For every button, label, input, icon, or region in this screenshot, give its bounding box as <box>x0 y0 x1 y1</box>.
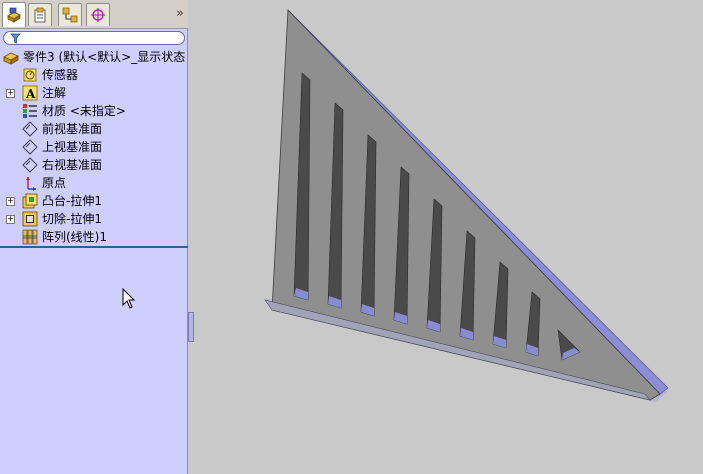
tree-item-top-plane[interactable]: 上视基准面 <box>0 138 188 156</box>
panel-tab-bar: » <box>0 0 188 29</box>
expand-icon[interactable]: + <box>6 89 15 98</box>
property-icon <box>34 7 46 23</box>
target-icon <box>91 8 105 22</box>
filter-icon <box>10 33 21 44</box>
model-front-face <box>271 9 661 401</box>
configurationmanager-tab[interactable] <box>58 3 82 26</box>
tree-root-part[interactable]: 零件3 (默认<默认>_显示状态 <box>0 48 188 66</box>
extrude-boss-icon <box>22 193 38 209</box>
feature-manager-panel: » 零件3 (默认<默认>_显示状态 传感器 + A 注解 材质 <未指定> 前… <box>0 0 188 474</box>
model-triangular-grille <box>264 9 669 402</box>
plane-icon <box>22 121 38 137</box>
tree-item-origin[interactable]: 原点 <box>0 174 188 192</box>
part-icon <box>3 52 19 65</box>
tree-item-label: 原点 <box>42 176 67 190</box>
expand-icon[interactable]: + <box>6 197 15 206</box>
graphics-viewport[interactable] <box>190 0 703 474</box>
propertymanager-tab[interactable] <box>28 3 52 26</box>
svg-text:A: A <box>25 87 36 101</box>
tree-item-label: 材质 <未指定> <box>42 104 126 118</box>
feature-tree: 零件3 (默认<默认>_显示状态 传感器 + A 注解 材质 <未指定> 前视基… <box>0 48 188 246</box>
tree-item-label: 前视基准面 <box>42 122 103 136</box>
material-icon <box>23 104 37 118</box>
tree-item-cut-extrude[interactable]: + 切除-拉伸1 <box>0 210 188 228</box>
tree-item-label: 阵列(线性)1 <box>42 230 107 244</box>
expand-icon[interactable]: + <box>6 215 15 224</box>
tree-item-label: 凸台-拉伸1 <box>42 194 102 208</box>
tree-item-sensors[interactable]: 传感器 <box>0 66 188 84</box>
tree-item-label: 切除-拉伸1 <box>42 212 102 226</box>
rollback-bar[interactable] <box>0 246 188 248</box>
tree-item-label: 上视基准面 <box>42 140 103 154</box>
origin-icon <box>26 177 36 191</box>
dimxpert-tab[interactable] <box>86 3 110 26</box>
tree-item-label: 右视基准面 <box>42 158 103 172</box>
configuration-icon <box>62 7 78 23</box>
tree-item-label: 注解 <box>42 86 67 100</box>
tree-item-front-plane[interactable]: 前视基准面 <box>0 120 188 138</box>
tree-item-material[interactable]: 材质 <未指定> <box>0 102 188 120</box>
chevron-right-icon[interactable]: » <box>176 6 184 21</box>
tree-filter-input[interactable] <box>3 31 185 45</box>
extrude-cut-icon <box>22 211 38 227</box>
mouse-cursor-icon <box>122 288 136 309</box>
feature-tree-icon <box>7 7 21 23</box>
linear-pattern-icon <box>22 229 38 245</box>
featuremanager-tab[interactable] <box>2 2 26 27</box>
sensor-icon <box>23 68 37 82</box>
tree-item-boss-extrude[interactable]: + 凸台-拉伸1 <box>0 192 188 210</box>
tree-item-annotations[interactable]: + A 注解 <box>0 84 188 102</box>
tree-root-label: 零件3 (默认<默认>_显示状态 <box>23 50 186 64</box>
tree-item-linear-pattern[interactable]: 阵列(线性)1 <box>0 228 188 246</box>
tree-item-label: 传感器 <box>42 68 79 82</box>
plane-icon <box>22 157 38 173</box>
annotation-icon: A <box>22 85 38 101</box>
plane-icon <box>22 139 38 155</box>
tree-item-right-plane[interactable]: 右视基准面 <box>0 156 188 174</box>
